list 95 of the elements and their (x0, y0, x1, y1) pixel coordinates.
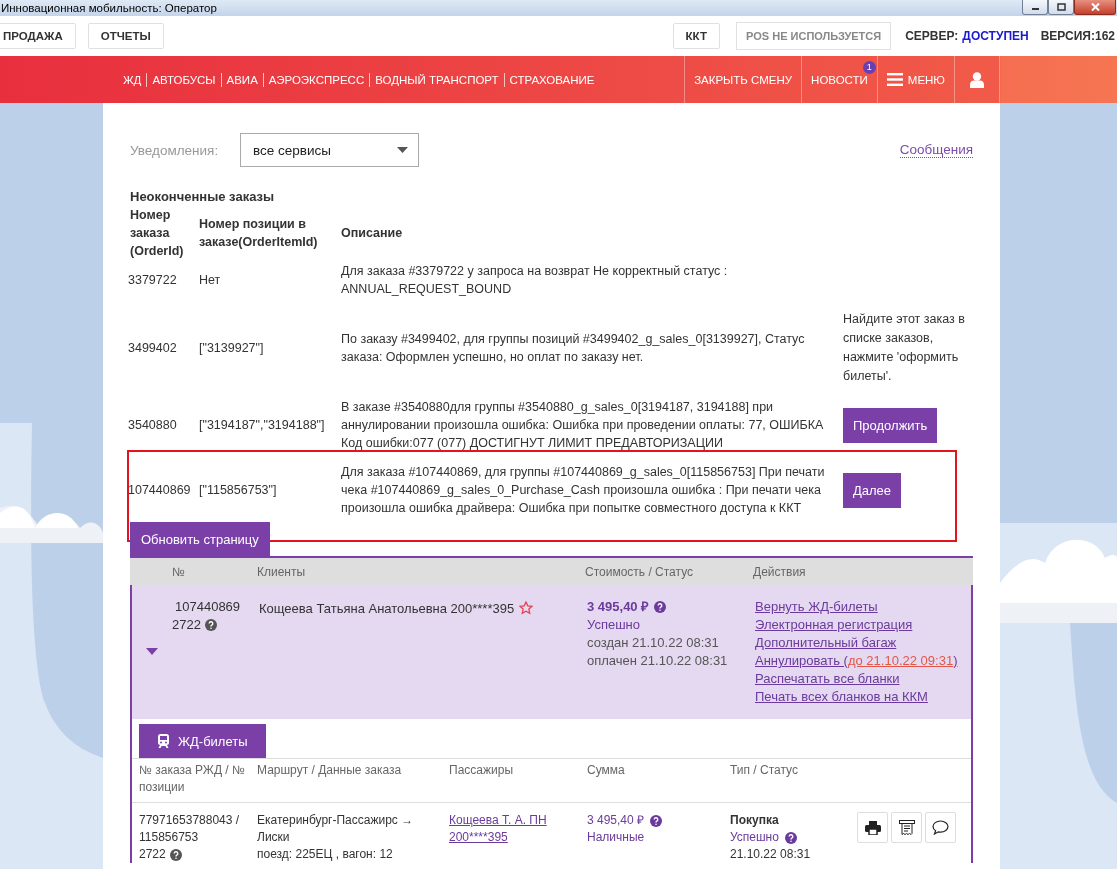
menu-icon (886, 73, 903, 86)
column-header: № (171, 564, 186, 579)
service-dropdown[interactable]: все сервисы (240, 133, 419, 167)
receipt-icon (898, 820, 915, 835)
column-header: Маршрут / Данные заказа (257, 762, 403, 779)
table-cell-text: Нет (199, 272, 222, 289)
notifications-label: Уведомления: (130, 142, 220, 158)
close-button[interactable] (1074, 0, 1116, 15)
caret-down-icon (146, 648, 158, 656)
maximize-icon (1056, 3, 1066, 11)
messages-link[interactable]: Сообщения (899, 142, 973, 158)
nav-link[interactable]: АВИА (220, 72, 263, 87)
table-cell-text: 3499402 (128, 340, 178, 357)
table-cell-text: Для заказа #107440869, для группы #107440869_g_sales_0[115856753] При печати чека #107440869_g_sales_0_Purchase_Cash произошла ошибка : При печати чека произошла ошибка драйвера: Ошибка при попытке совместного доступа к ККТ (341, 464, 826, 517)
section-title: Неоконченные заказы (130, 189, 276, 204)
server-status: ДОСТУПЕН (962, 29, 1029, 43)
order-code: 2722 (172, 616, 201, 634)
column-header: Номер позиции в заказе(OrderItemId) (199, 216, 319, 251)
nav-button[interactable]: ПРОДАЖА (0, 23, 76, 49)
star-icon (519, 601, 534, 615)
column-header: Действия (753, 564, 807, 579)
table-cell-text: 3379722 (128, 272, 178, 289)
help-icon (650, 814, 663, 827)
notification-badge: 1 (862, 61, 876, 74)
order-code: 2722 (139, 846, 166, 863)
nav-link[interactable]: СТРАХОВАНИЕ (503, 72, 600, 87)
window-title: Инновационная мобильность: Оператор (1, 2, 217, 14)
column-header: Сумма (587, 762, 626, 779)
order-number: 107440869 (174, 598, 242, 616)
column-header: Стоимость / Статус (585, 564, 694, 579)
table-cell-text: По заказу #3499402, для группы позиций #3499402_g_sales_0[3139927], Статус заказа: Оформлен успешно, но оплат по заказу нет. (341, 331, 806, 366)
created-date: создан 21.10.22 08:31 (587, 634, 720, 652)
ticket-amount: 3 495,40 ₽ (587, 812, 645, 829)
train-icon (157, 734, 170, 748)
help-icon (784, 831, 797, 844)
nav-link[interactable]: АЭРОЭКСПРЕСС (262, 72, 370, 87)
client-name: Кощеева Татьяна Анатольевна 200****395 (259, 600, 515, 618)
train-text: поезд: 225ЕЦ , вагон: 12 (257, 846, 394, 863)
hint-text: Найдите этот заказ в списке заказов, нажмите 'оформить билеты'. (843, 311, 966, 385)
ticket-number: 77971653788043 / 115856753 (139, 812, 241, 846)
kkt-button[interactable]: ККТ (672, 23, 720, 49)
payment-type: Наличные (587, 829, 646, 846)
version-label: ВЕРСИЯ:162 (1040, 29, 1115, 43)
action-link[interactable]: Вернуть ЖД-билеты (755, 598, 878, 616)
column-header: Клиенты (257, 564, 307, 579)
ticket-status: Успешно (730, 829, 779, 846)
ticket-type: Покупка (730, 812, 780, 829)
user-icon (970, 71, 984, 88)
nav-link[interactable]: ВОДНЫЙ ТРАНСПОРТ (369, 72, 504, 87)
comment-button[interactable] (925, 812, 956, 843)
column-header: Тип / Статус (730, 762, 799, 779)
caret-down-icon (397, 147, 408, 153)
table-cell-text: 3540880 (128, 417, 178, 434)
order-row[interactable] (130, 585, 973, 719)
receipt-button[interactable] (891, 812, 922, 843)
tickets-tab[interactable]: ЖД-билеты (139, 724, 266, 758)
column-header: Описание (341, 225, 404, 242)
column-header: № заказа РЖД / № позиции (139, 762, 246, 796)
table-cell-text: ["115856753"] (199, 482, 278, 499)
paid-date: оплачен 21.10.22 08:31 (587, 652, 729, 670)
close-icon (1090, 3, 1100, 11)
minimize-button[interactable] (1022, 0, 1048, 15)
deadline-text: до 21.10.22 09:31 (847, 652, 954, 670)
action-button[interactable]: Далее (843, 472, 902, 508)
maximize-button[interactable] (1048, 0, 1074, 15)
cancel-link[interactable]: Аннулировать ( (755, 652, 848, 670)
table-cell-text: В заказе #3540880для группы #3540880_g_sales_0[3194187, 3194188] при аннулировании произошла ошибка: Ошибка при проведении оплаты: 77, ОШИБКА Код ошибки:077 (077) ДОСТИГНУТ ЛИМИТ ПРЕДАВТОРИЗАЦИИ (341, 399, 825, 452)
nav-link[interactable]: АВТОБУСЫ (146, 72, 221, 87)
ticket-date: 21.10.22 08:31 (730, 846, 812, 863)
action-link[interactable]: Дополнительный багаж (755, 634, 897, 652)
help-icon (204, 619, 217, 631)
table-cell-text: Для заказа #3379722 у запроса на возврат Не корректный статус : ANNUAL_REQUEST_BOUND (341, 263, 729, 298)
help-icon (169, 848, 182, 861)
help-icon (654, 601, 667, 613)
order-amount: 3 495,40 ₽ (587, 598, 650, 616)
action-link[interactable]: Печать всех бланков на ККМ (755, 688, 928, 706)
table-cell-text: 107440869 (128, 482, 192, 499)
passenger-link[interactable]: Кощеева Т. А. ПН 200****395 (449, 812, 587, 846)
printer-icon (864, 820, 881, 835)
pos-status: POS НЕ ИСПОЛЬЗУЕТСЯ (735, 22, 892, 50)
nav-button[interactable]: ОТЧЕТЫ (87, 23, 164, 49)
column-header: Номер заказа (OrderId) (130, 207, 185, 260)
refresh-button[interactable]: Обновить страницу (130, 522, 270, 556)
action-link[interactable]: Распечатать все бланки (755, 670, 900, 688)
nav-link[interactable]: ЖД (118, 72, 147, 87)
action-link[interactable]: Электронная регистрация (755, 616, 913, 634)
action-button[interactable]: Продолжить (843, 407, 938, 443)
table-cell-text: ["3194187","3194188"] (199, 417, 326, 434)
server-label: СЕРВЕР: (905, 29, 959, 43)
table-cell-text: ["3139927"] (199, 340, 265, 357)
speech-bubble-icon (932, 820, 949, 835)
print-button[interactable] (857, 812, 888, 843)
order-status: Успешно (587, 616, 641, 634)
bracket-text: ) (953, 652, 958, 670)
column-header: Пассажиры (449, 762, 514, 779)
